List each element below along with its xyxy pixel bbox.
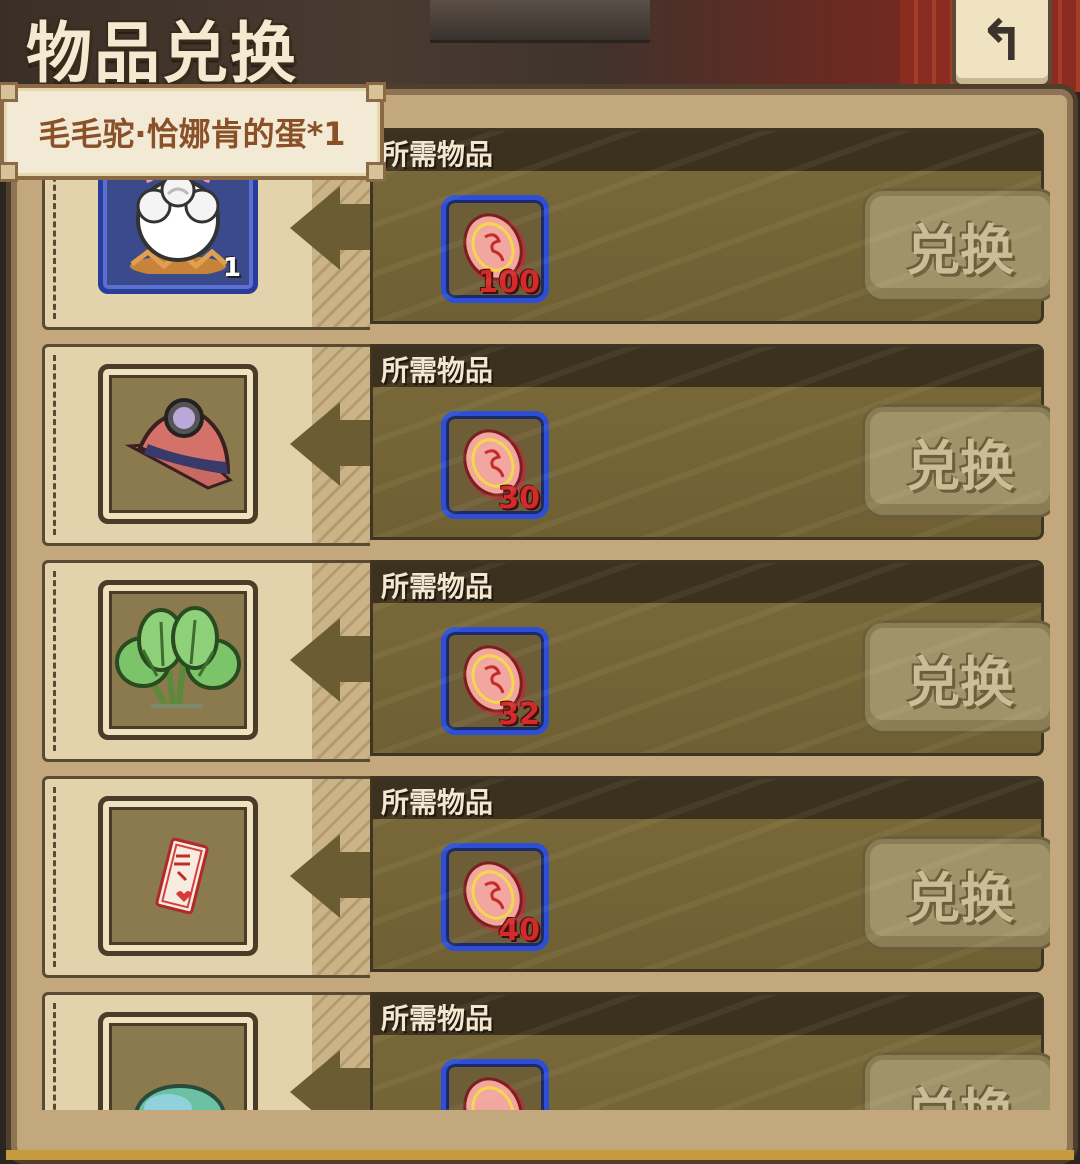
exchange-button[interactable]: 兑换 (865, 407, 1050, 515)
exchange-list[interactable]: 1 所需物品 100 兑换 所需物品 30 兑换 所需物品 32 兑换 所需物品… (40, 128, 1050, 1110)
exchange-button[interactable]: 兑换 (865, 623, 1050, 731)
undo-arrow-icon: ↰ (978, 9, 1026, 74)
cost-slot[interactable]: 100 (441, 195, 549, 303)
back-button[interactable]: ↰ (952, 0, 1052, 88)
required-items-label: 所需物品 (381, 570, 494, 603)
reward-item-slot[interactable] (98, 364, 258, 524)
cost-amount: 40 (498, 913, 540, 948)
cost-amount: 100 (477, 265, 540, 300)
leaf-icon (134, 1084, 226, 1110)
cost-slot[interactable]: 40 (441, 843, 549, 951)
exchange-row: 所需物品 兑换 (40, 992, 1050, 1110)
required-items-label: 所需物品 (381, 354, 494, 387)
reward-item-slot[interactable] (98, 796, 258, 956)
exchange-button[interactable]: 兑换 (865, 191, 1050, 299)
cost-amount: 30 (498, 481, 540, 516)
talisman-ticket-icon (155, 837, 209, 915)
tooltip-text: 毛毛驼·恰娜肯的蛋*1 (38, 115, 346, 153)
coin-token-icon (463, 1077, 527, 1110)
exchange-row: 所需物品 40 兑换 (40, 776, 1050, 978)
exchange-row: 所需物品 32 兑换 (40, 560, 1050, 762)
exchange-button[interactable]: 兑换 (865, 839, 1050, 947)
cabbage-icon (115, 606, 241, 708)
required-items-label: 所需物品 (381, 138, 494, 171)
reward-item-slot[interactable] (98, 1012, 258, 1110)
required-items-label: 所需物品 (381, 1002, 494, 1035)
reward-item-slot[interactable] (98, 580, 258, 740)
item-tooltip: 毛毛驼·恰娜肯的蛋*1 (0, 82, 386, 182)
required-items-label: 所需物品 (381, 786, 494, 819)
cost-amount: 32 (498, 697, 540, 732)
reward-count: 1 (222, 253, 241, 283)
cost-slot[interactable]: 30 (441, 411, 549, 519)
cost-slot[interactable] (441, 1059, 549, 1110)
exchange-button[interactable]: 兑换 (865, 1055, 1050, 1110)
cost-slot[interactable]: 32 (441, 627, 549, 735)
bottom-trim (6, 1150, 1074, 1160)
exchange-row: 所需物品 30 兑换 (40, 344, 1050, 546)
miner-helmet-icon (124, 398, 233, 490)
page-title: 物品兑换 (26, 14, 298, 92)
